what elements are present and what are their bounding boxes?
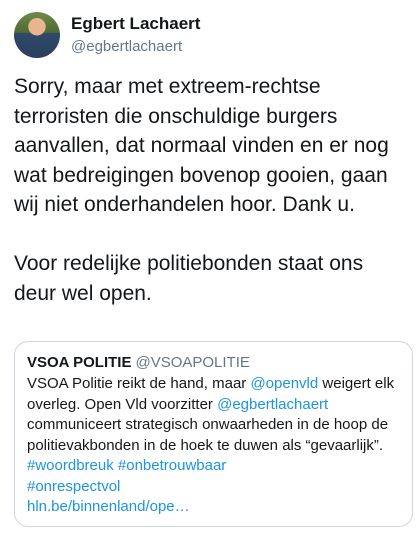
quoted-text-segment: VSOA Politie reikt de hand, maar <box>27 375 251 392</box>
mention-link-openvld[interactable]: @openvld <box>250 375 318 392</box>
quoted-tweet-text: VSOA Politie reikt de hand, maar @openvl… <box>27 374 400 518</box>
quoted-tweet-header: VSOA POLITIE @VSOAPOLITIE <box>27 353 400 373</box>
hashtag-link-onrespectvol[interactable]: #onrespectvol <box>27 478 120 495</box>
quoted-author-handle: @VSOAPOLITIE <box>135 354 250 371</box>
mention-link-egbertlachaert[interactable]: @egbertlachaert <box>217 396 328 413</box>
tweet-card: Egbert Lachaert @egbertlachaert Sorry, m… <box>0 0 420 539</box>
author-handle[interactable]: @egbertlachaert <box>71 38 200 56</box>
tweet-header: Egbert Lachaert @egbertlachaert <box>14 12 200 58</box>
hashtag-link-woordbreuk[interactable]: #woordbreuk <box>27 457 114 474</box>
tweet-paragraph: Sorry, maar met extreem-rechtse terroris… <box>14 75 389 216</box>
hashtag-link-onbetrouwbaar[interactable]: #onbetrouwbaar <box>118 457 226 474</box>
quoted-text-segment: communiceert strategisch onwaarheden in … <box>27 416 389 454</box>
quoted-author-name: VSOA POLITIE <box>27 354 132 371</box>
avatar[interactable] <box>14 12 60 58</box>
tweet-paragraph: Voor redelijke politiebonden staat ons d… <box>14 252 364 305</box>
external-link[interactable]: hln.be/binnenland/ope… <box>27 498 190 515</box>
author-names: Egbert Lachaert @egbertlachaert <box>71 14 200 55</box>
tweet-text: Sorry, maar met extreem-rechtse terroris… <box>14 72 409 308</box>
author-display-name[interactable]: Egbert Lachaert <box>71 14 200 34</box>
quoted-tweet[interactable]: VSOA POLITIE @VSOAPOLITIE VSOA Politie re… <box>14 341 413 527</box>
